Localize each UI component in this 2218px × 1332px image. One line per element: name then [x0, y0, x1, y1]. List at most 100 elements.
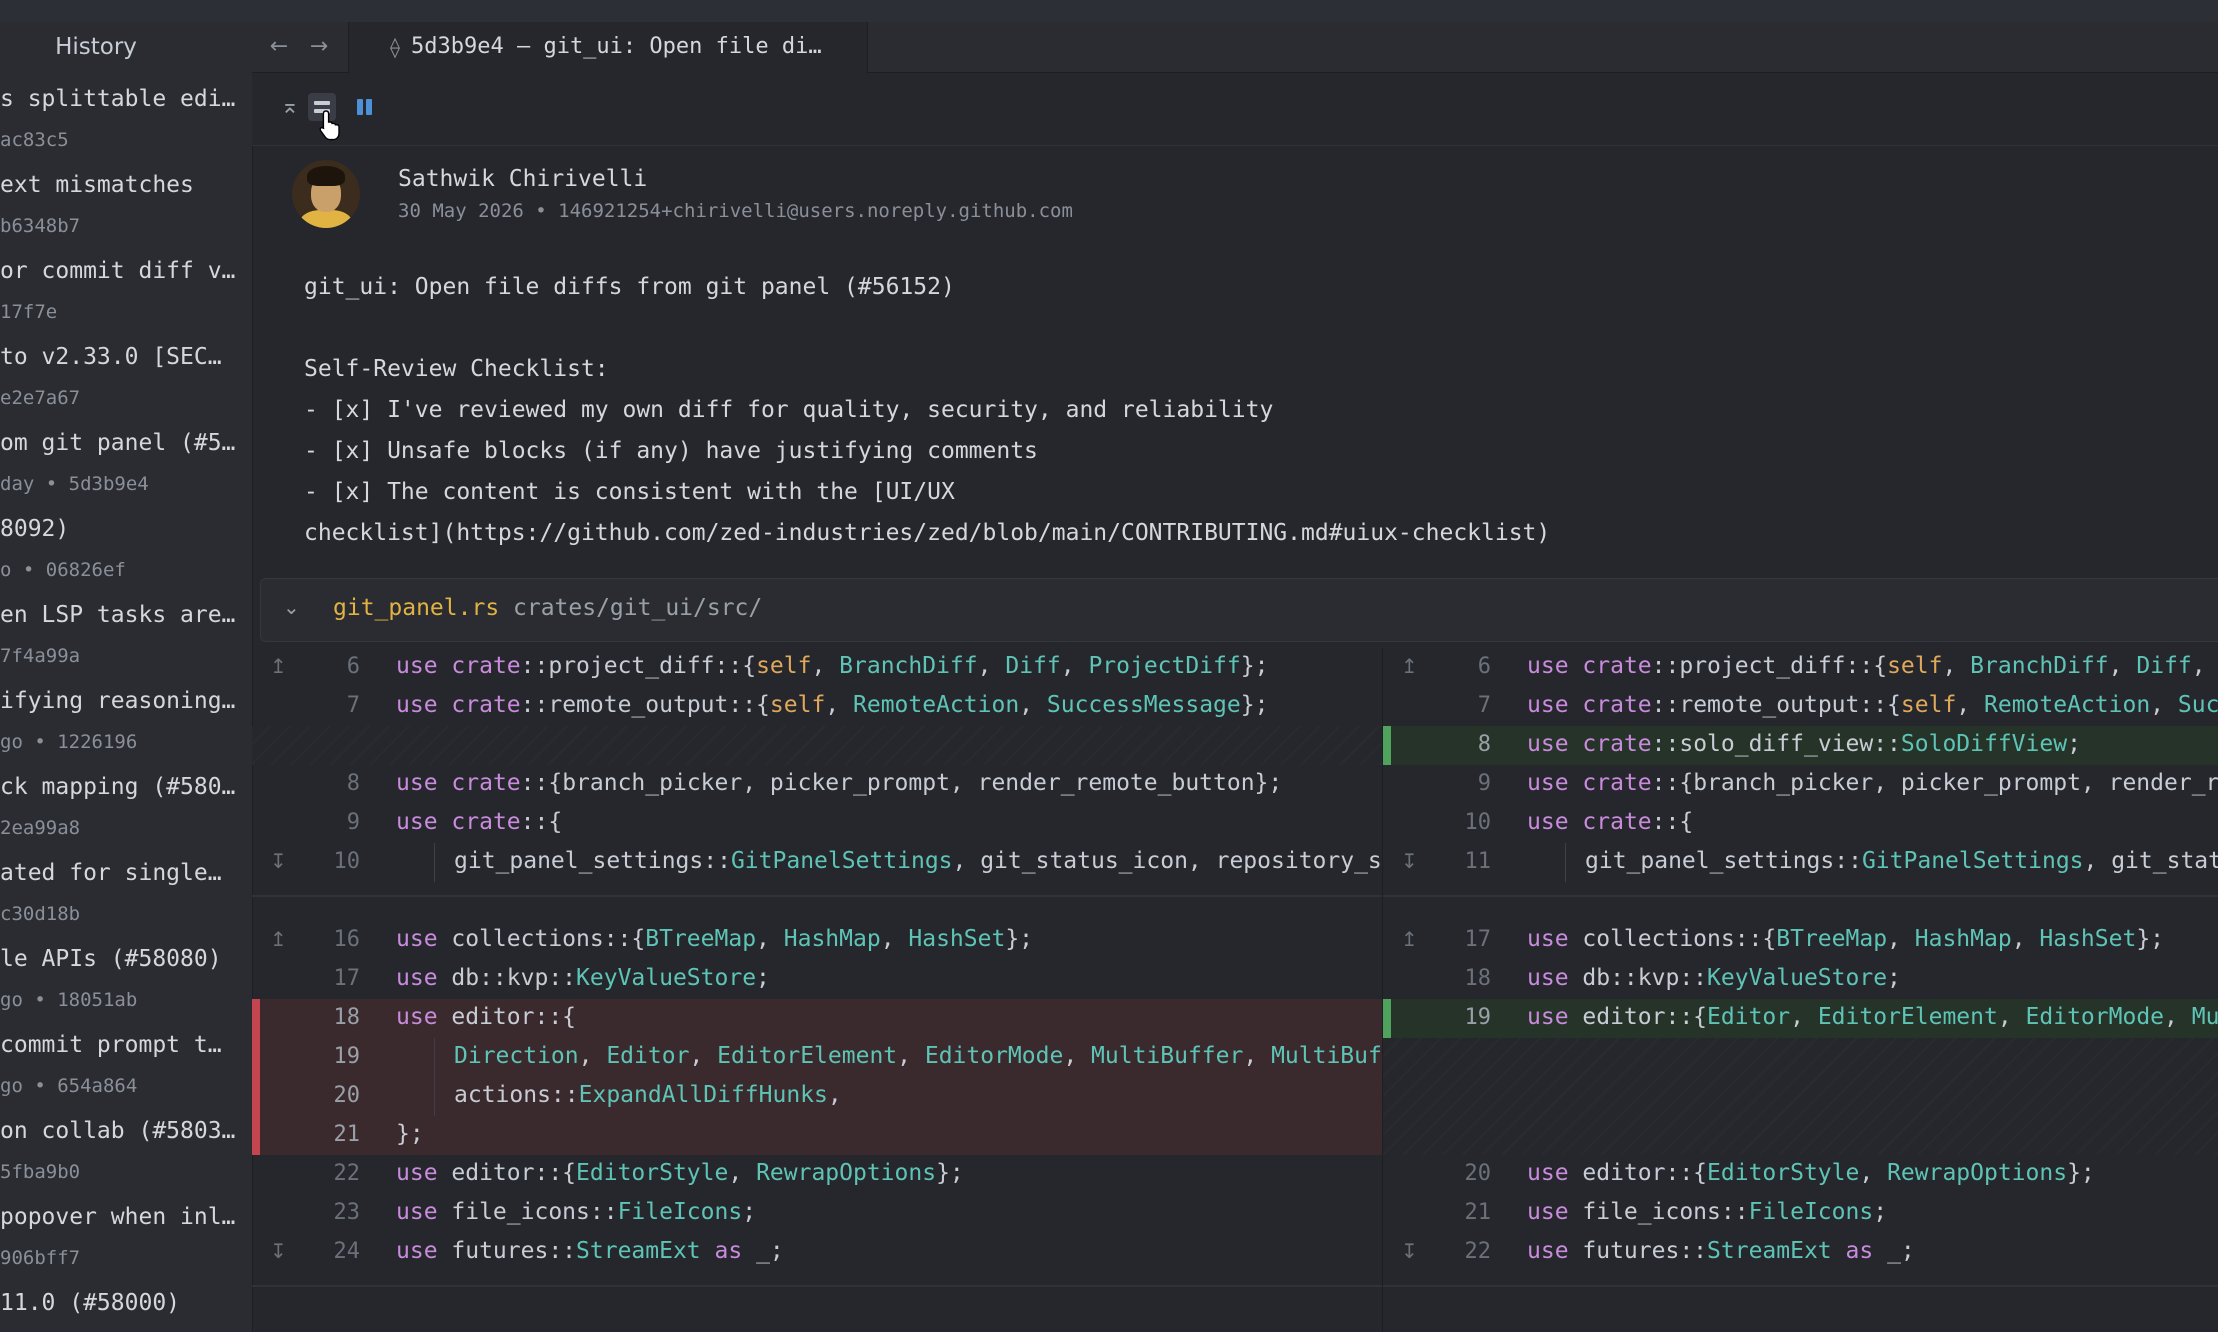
- chevron-down-icon[interactable]: ⌄: [283, 595, 300, 619]
- history-item-subject: le APIs (#58080): [0, 946, 222, 972]
- history-item-meta: ac83c5: [0, 129, 69, 151]
- diff-row: ↧ 22 use futures::StreamExt as _;: [1383, 1233, 2218, 1272]
- history-item[interactable]: 11.0 (#58000): [0, 1290, 252, 1332]
- mouse-pointer-icon: [319, 110, 340, 141]
- code-line: use file_icons::FileIcons;: [1527, 1199, 1888, 1225]
- message-line: git_ui: Open file diffs from git panel (…: [304, 274, 955, 300]
- history-item[interactable]: ated for single… c30d18b: [0, 860, 252, 946]
- line-number: 10: [1464, 810, 1492, 835]
- history-item-meta: b6348b7: [0, 215, 81, 237]
- history-item-subject: to v2.33.0 [SEC…: [0, 344, 222, 370]
- code-line: use crate::remote_output::{self, RemoteA…: [396, 692, 1269, 718]
- line-number: 21: [333, 1122, 361, 1147]
- diff-row-deleted: 18 use editor::{: [252, 999, 1382, 1038]
- expand-up-icon[interactable]: ↥: [270, 927, 287, 951]
- history-item[interactable]: popover when inl… 906bff7: [0, 1204, 252, 1290]
- history-item-subject: en LSP tasks are…: [0, 602, 236, 628]
- code-line: use crate::project_diff::{self, BranchDi…: [396, 653, 1269, 679]
- line-number: 23: [333, 1200, 361, 1225]
- code-line: use collections::{BTreeMap, HashMap, Has…: [396, 926, 1034, 952]
- diff-row: 22 use editor::{EditorStyle, RewrapOption…: [252, 1155, 1382, 1194]
- code-line: };: [396, 1121, 424, 1147]
- diff-row-deleted: 19 Direction, Editor, EditorElement, Edit…: [252, 1038, 1382, 1077]
- collapse-all-icon[interactable]: ⌅: [276, 93, 304, 121]
- history-item-selected[interactable]: om git panel (#5… day • 5d3b9e4: [0, 430, 252, 516]
- message-line: - [x] The content is consistent with the…: [304, 479, 955, 505]
- line-number: 6: [1477, 654, 1491, 679]
- diff-row: 23 use file_icons::FileIcons;: [252, 1194, 1382, 1233]
- history-item-subject: 11.0 (#58000): [0, 1290, 181, 1316]
- file-name: git_panel.rs: [333, 595, 500, 621]
- message-line: Self-Review Checklist:: [304, 356, 609, 382]
- history-item-subject: ifying reasoning…: [0, 688, 236, 714]
- history-item[interactable]: on collab (#5803… 5fba9b0: [0, 1118, 252, 1204]
- code-line: use crate::{branch_picker, picker_prompt…: [396, 770, 1283, 796]
- line-number: 18: [333, 1005, 361, 1030]
- diff-row: ↥ 17 use collections::{BTreeMap, HashMap, …: [1383, 921, 2218, 960]
- code-line: actions::ExpandAllDiffHunks,: [434, 1077, 842, 1116]
- history-item-subject: s splittable edi…: [0, 86, 236, 112]
- history-item-meta: go • 654a864: [0, 1075, 138, 1097]
- expand-up-icon[interactable]: ↥: [270, 654, 287, 678]
- tab-commit-view[interactable]: ⟠ 5d3b9e4 — git_ui: Open file di…: [348, 22, 868, 73]
- hunk-separator: [1383, 1285, 2218, 1287]
- history-item[interactable]: en LSP tasks are… 7f4a99a: [0, 602, 252, 688]
- history-item[interactable]: commit prompt t… go • 654a864: [0, 1032, 252, 1118]
- code-line: use editor::{EditorStyle, RewrapOptions}…: [1527, 1160, 2095, 1186]
- history-item[interactable]: ext mismatches b6348b7: [0, 172, 252, 258]
- forward-arrow-icon[interactable]: →: [304, 32, 334, 62]
- history-item[interactable]: s splittable edi… ac83c5: [0, 86, 252, 172]
- history-item-subject: commit prompt t…: [0, 1032, 222, 1058]
- diff-row: 18 use db::kvp::KeyValueStore;: [1383, 960, 2218, 999]
- history-item[interactable]: 8092) o • 06826ef: [0, 516, 252, 602]
- line-number: 16: [333, 927, 361, 952]
- expand-down-icon[interactable]: ↧: [270, 1239, 287, 1263]
- code-line: use file_icons::FileIcons;: [396, 1199, 757, 1225]
- expand-up-icon[interactable]: ↥: [1401, 654, 1418, 678]
- history-item-subject: ck mapping (#580…: [0, 774, 236, 800]
- expand-down-icon[interactable]: ↧: [270, 849, 287, 873]
- diff-row: ↧ 11 git_panel_settings::GitPanelSettings,…: [1383, 843, 2218, 882]
- diff-row: 9 use crate::{branch_picker, picker_promp…: [1383, 765, 2218, 804]
- history-item-meta: e2e7a67: [0, 387, 81, 409]
- history-item-subject: om git panel (#5…: [0, 430, 236, 456]
- diff-pane-new: ↥ 6 use crate::project_diff::{self, Branch…: [1383, 648, 2218, 1332]
- file-header[interactable]: ⌄ git_panel.rs crates/git_ui/src/: [260, 578, 2218, 642]
- git-commit-icon: ⟠: [389, 35, 402, 59]
- diff-row: 17 use db::kvp::KeyValueStore;: [252, 960, 1382, 999]
- line-number: 9: [346, 810, 360, 835]
- code-line: Direction, Editor, EditorElement, Editor…: [433, 1038, 1382, 1077]
- line-number: 11: [1464, 849, 1492, 874]
- history-item[interactable]: to v2.33.0 [SEC… e2e7a67: [0, 344, 252, 430]
- expand-down-icon[interactable]: ↧: [1401, 1239, 1418, 1263]
- line-number: 19: [333, 1044, 361, 1069]
- diff-row: 20 use editor::{EditorStyle, RewrapOption…: [1383, 1155, 2218, 1194]
- line-number: 21: [1464, 1200, 1492, 1225]
- history-item[interactable]: ck mapping (#580… 2ea99a8: [0, 774, 252, 860]
- message-line: - [x] I've reviewed my own diff for qual…: [304, 397, 1274, 423]
- window-title-strip: [0, 0, 2218, 23]
- expand-up-icon[interactable]: ↥: [1401, 927, 1418, 951]
- diff-row: ↥ 6 use crate::project_diff::{self, Branch…: [1383, 648, 2218, 687]
- diff-row: ↧ 10 git_panel_settings::GitPanelSettings,…: [252, 843, 1382, 882]
- back-arrow-icon[interactable]: ←: [264, 32, 294, 62]
- commit-message: git_ui: Open file diffs from git panel (…: [252, 242, 2218, 568]
- line-number: 7: [1477, 693, 1491, 718]
- split-diff-button[interactable]: [352, 93, 380, 121]
- expand-down-icon[interactable]: ↧: [1401, 849, 1418, 873]
- code-line: use crate::project_diff::{self, BranchDi…: [1527, 653, 2218, 679]
- history-item-meta: 5fba9b0: [0, 1161, 81, 1183]
- diff-row: 7 use crate::remote_output::{self, Remote…: [1383, 687, 2218, 726]
- tab-label: 5d3b9e4 — git_ui: Open file di…: [411, 34, 822, 59]
- code-line: use db::kvp::KeyValueStore;: [396, 965, 770, 991]
- history-item-subject: 8092): [0, 516, 70, 542]
- diff-filler: [1383, 1038, 2218, 1155]
- history-item[interactable]: or commit diff v… 17f7e: [0, 258, 252, 344]
- code-line: git_panel_settings::GitPanelSettings, gi…: [434, 843, 1382, 882]
- diff-row-added: 8 use crate::solo_diff_view::SoloDiffView…: [1383, 726, 2218, 765]
- history-item[interactable]: le APIs (#58080) go • 18051ab: [0, 946, 252, 1032]
- code-line: use editor::{EditorStyle, RewrapOptions}…: [396, 1160, 964, 1186]
- history-item[interactable]: ifying reasoning… go • 1226196: [0, 688, 252, 774]
- hunk-separator: [252, 1285, 1382, 1287]
- avatar: [292, 160, 360, 228]
